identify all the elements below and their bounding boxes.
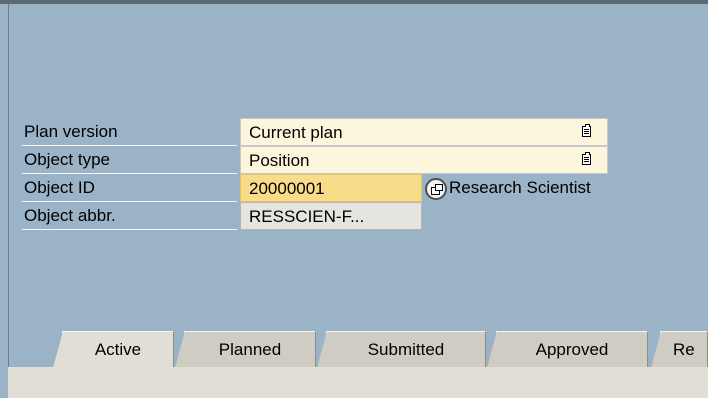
tab-content-panel [8,367,708,398]
object-type-field[interactable]: Position [240,146,608,174]
tab-submitted[interactable]: Submitted [317,331,486,368]
plan-version-value: Current plan [249,123,343,142]
window-top-border [0,0,708,4]
tab-label: Re [673,340,695,359]
tab-label: Planned [218,340,282,359]
list-select-icon[interactable] [582,124,591,137]
tab-label: Submitted [367,340,445,359]
tab-planned[interactable]: Planned [175,331,316,368]
left-gutter [0,4,8,398]
tab-edge [487,331,497,368]
object-abbr-label: Object abbr. [22,202,237,230]
object-name-text: Research Scientist [449,178,591,197]
object-id-row: Object ID 20000001 Research Scientist [22,174,682,202]
plan-version-row: Plan version Current plan [22,118,682,146]
object-id-label: Object ID [22,174,237,202]
object-type-label: Object type [22,146,237,174]
object-abbr-row: Object abbr. RESSCIEN-F... [22,202,682,230]
tab-edge [175,331,185,368]
left-border-line [8,4,9,398]
plan-version-label: Plan version [22,118,237,146]
tab-edge [651,331,661,368]
tab-label: Approved [535,340,609,359]
tab-label: Active [94,340,142,359]
matchcode-help-icon[interactable] [425,178,447,200]
tab-approved[interactable]: Approved [487,331,648,368]
object-id-input[interactable]: 20000001 [240,174,422,202]
object-type-value: Position [249,151,310,170]
tab-re[interactable]: Re [651,331,708,368]
object-abbr-field: RESSCIEN-F... [240,202,422,230]
tab-edge [317,331,327,368]
tab-edge [53,331,63,368]
list-select-icon[interactable] [582,152,591,165]
object-type-row: Object type Position [22,146,682,174]
tab-active[interactable]: Active [53,331,174,368]
screen-background: Plan version Current plan Object type Po… [0,0,708,398]
plan-version-field[interactable]: Current plan [240,118,608,146]
